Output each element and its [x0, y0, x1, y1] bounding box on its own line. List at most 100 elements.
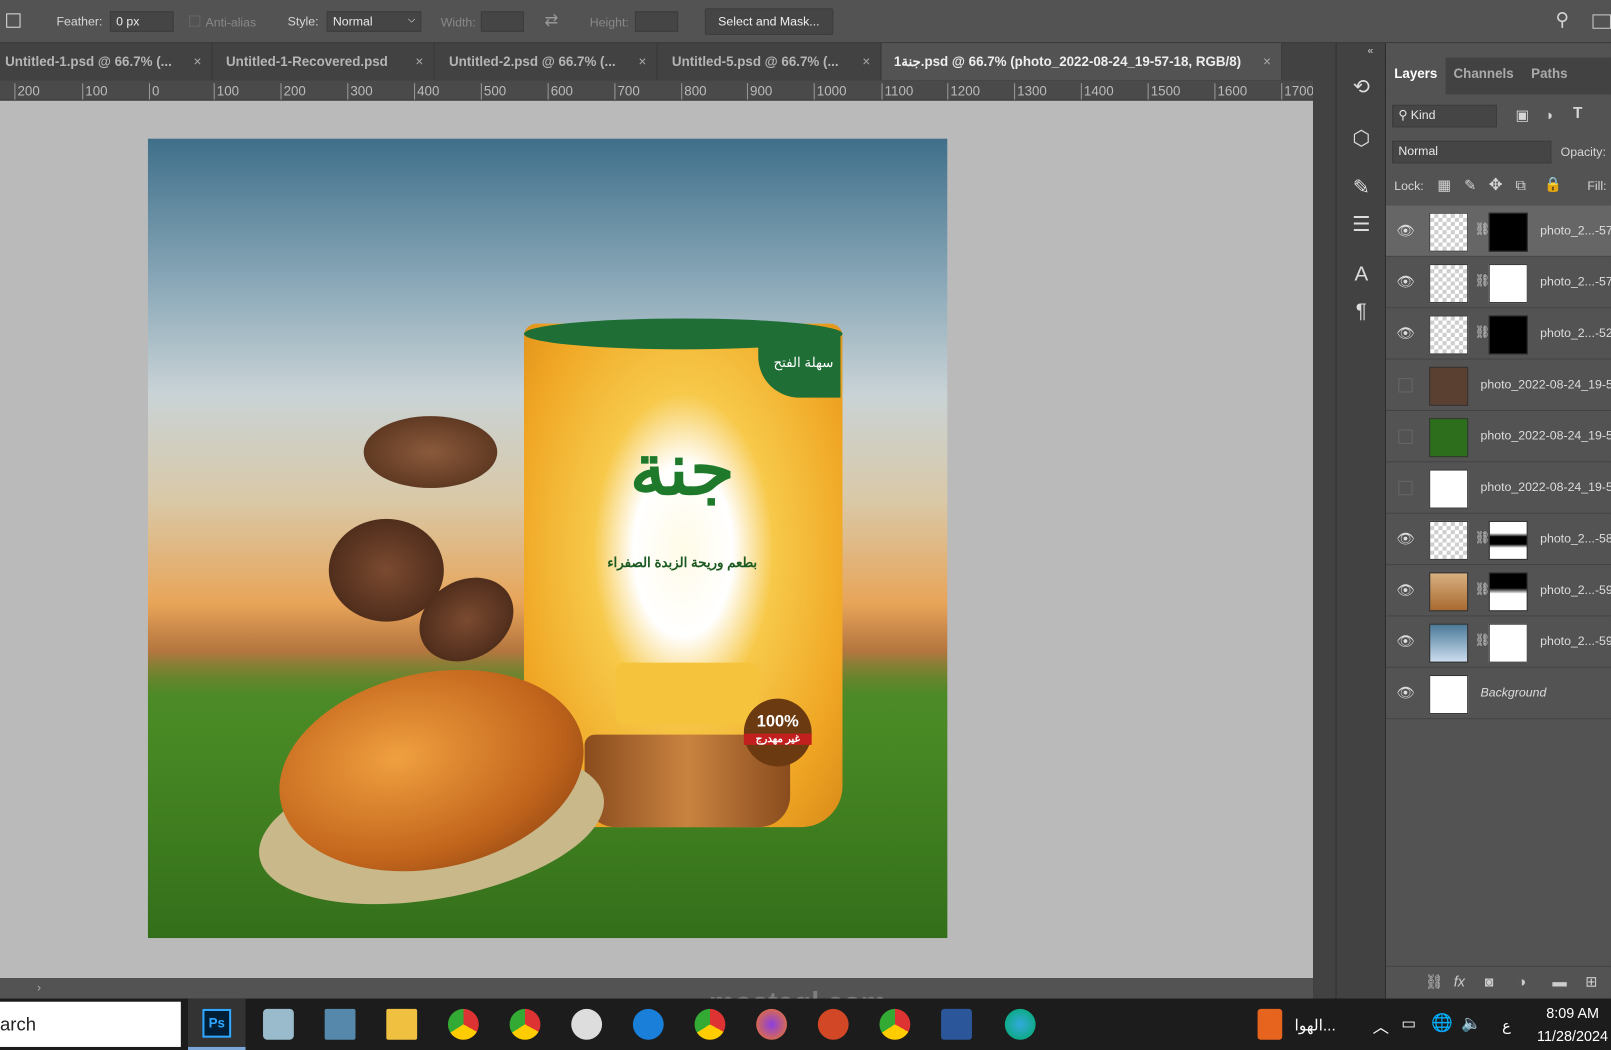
chain-link-icon[interactable]: ⛓	[1474, 273, 1490, 287]
taskbar-app-icon[interactable]	[324, 1008, 356, 1040]
marquee-mode-icon[interactable]	[6, 13, 21, 28]
folder-icon[interactable]: ▬	[1552, 973, 1566, 989]
collapse-icon[interactable]: «	[1367, 45, 1373, 56]
network-icon[interactable]: 🌐	[1431, 1013, 1453, 1034]
clock-time[interactable]: 8:09 AM	[1546, 1005, 1599, 1021]
layer-row[interactable]: photo_2022-08-24_19-5	[1385, 462, 1611, 514]
type-filter-icon[interactable]: T	[1573, 105, 1582, 122]
link-icon[interactable]: ⛓	[1425, 973, 1443, 990]
width-input[interactable]	[480, 11, 524, 32]
close-icon[interactable]: ×	[194, 43, 202, 80]
blend-mode-select[interactable]: Normal	[1392, 140, 1552, 164]
lock-pixels-icon[interactable]: ✎	[1464, 177, 1476, 194]
layer-row[interactable]: photo_2022-08-24_19-5	[1385, 360, 1611, 411]
visibility-eye-icon[interactable]: 👁	[1396, 273, 1414, 291]
visibility-eye-icon[interactable]: 👁	[1396, 325, 1414, 343]
layer-row[interactable]: 👁 ⛓ photo_2...-58	[1385, 514, 1611, 566]
height-input[interactable]	[634, 11, 679, 32]
layer-mask-thumbnail[interactable]	[1488, 315, 1528, 355]
chain-link-icon[interactable]: ⛓	[1474, 530, 1490, 544]
layer-row[interactable]: 👁 Background	[1385, 668, 1611, 720]
paragraph-icon[interactable]: ¶	[1343, 296, 1380, 327]
layer-mask-thumbnail[interactable]	[1488, 572, 1528, 612]
taskbar-app-icon[interactable]	[263, 1008, 294, 1040]
adjustments-icon[interactable]: ☰	[1343, 210, 1380, 241]
swap-icon[interactable]: ⇄	[545, 10, 559, 31]
style-select[interactable]: Normal ⌵	[326, 11, 422, 32]
tab-untitled-1-recovered[interactable]: Untitled-1-Recovered.psd ×	[213, 43, 435, 81]
visibility-eye-icon[interactable]: 👁	[1396, 582, 1414, 600]
clock-date[interactable]: 11/28/2024	[1537, 1027, 1608, 1043]
word-icon[interactable]	[941, 1008, 972, 1040]
tab-paths[interactable]: Paths	[1522, 58, 1577, 95]
close-icon[interactable]: ×	[638, 43, 646, 80]
history-icon[interactable]: ⟲	[1343, 72, 1380, 103]
layer-row[interactable]: photo_2022-08-24_19-5	[1385, 411, 1611, 463]
tab-untitled-1[interactable]: Untitled-1.psd @ 66.7% (... ×	[0, 43, 213, 81]
chrome-icon[interactable]	[879, 1008, 911, 1040]
close-icon[interactable]: ×	[1263, 43, 1271, 80]
layer-row[interactable]: 👁 ⛓ photo_2...-52	[1385, 308, 1611, 360]
layer-row[interactable]: 👁 ⛓ photo_2...-59	[1385, 616, 1611, 668]
chrome-icon[interactable]	[694, 1008, 726, 1040]
kind-filter[interactable]: ⚲ Kind	[1392, 104, 1497, 128]
mask-icon[interactable]: ◙	[1485, 973, 1494, 989]
chrome-icon[interactable]	[447, 1008, 479, 1040]
edge-icon[interactable]	[1004, 1008, 1036, 1040]
vertical-scrollbar[interactable]	[1313, 43, 1336, 999]
taskbar-app-label[interactable]: الهوا...	[1295, 1016, 1336, 1034]
feather-input[interactable]: 0 px	[109, 11, 174, 32]
app-icon[interactable]	[632, 1008, 664, 1040]
close-icon[interactable]: ×	[862, 43, 870, 80]
tab-untitled-5[interactable]: Untitled-5.psd @ 66.7% (... ×	[658, 43, 882, 81]
horizontal-scrollbar[interactable]: ›	[0, 978, 1314, 999]
chrome-icon[interactable]	[509, 1008, 541, 1040]
tab-active-document[interactable]: جنة1.psd @ 66.7% (photo_2022-08-24_19-57…	[881, 43, 1283, 81]
lock-transparency-icon[interactable]: ▦	[1437, 177, 1451, 194]
firefox-icon[interactable]	[756, 1008, 788, 1040]
visibility-eye-icon[interactable]: 👁	[1396, 222, 1414, 240]
visibility-eye-icon[interactable]: 👁	[1396, 633, 1414, 651]
3d-icon[interactable]: ⬡	[1343, 123, 1380, 154]
chevron-right-icon[interactable]: ›	[37, 980, 41, 994]
layer-mask-thumbnail[interactable]	[1488, 623, 1528, 663]
tab-untitled-2[interactable]: Untitled-2.psd @ 66.7% (... ×	[435, 43, 658, 81]
fx-icon[interactable]: fx	[1454, 973, 1465, 989]
document-canvas[interactable]: جنة بطعم وريحة الزبدة الصفراء سهلة الفتح…	[147, 138, 948, 939]
chain-link-icon[interactable]: ⛓	[1474, 325, 1490, 339]
lock-all-icon[interactable]: 🔒	[1544, 176, 1562, 193]
tab-layers[interactable]: Layers	[1385, 57, 1446, 95]
chain-link-icon[interactable]: ⛓	[1474, 222, 1490, 236]
language-indicator[interactable]: ع	[1502, 1017, 1511, 1034]
brush-settings-icon[interactable]: ✎	[1343, 173, 1380, 204]
layer-mask-thumbnail[interactable]	[1488, 212, 1528, 252]
layer-mask-thumbnail[interactable]	[1488, 520, 1528, 560]
file-explorer-icon[interactable]	[386, 1008, 418, 1040]
snipping-tool-icon[interactable]	[571, 1008, 603, 1040]
search-box[interactable]: arch	[0, 1001, 181, 1047]
layer-row[interactable]: 👁 ⛓ photo_2...-57	[1385, 205, 1611, 257]
adjustment-filter-icon[interactable]: ◑	[1544, 107, 1553, 123]
new-layer-icon[interactable]: ⊞	[1585, 973, 1597, 990]
select-and-mask-button[interactable]: Select and Mask...	[704, 8, 833, 35]
chain-link-icon[interactable]: ⛓	[1474, 582, 1490, 596]
tab-channels[interactable]: Channels	[1446, 58, 1522, 95]
layer-row[interactable]: 👁 ⛓ photo_2...-57	[1385, 257, 1611, 309]
lock-position-icon[interactable]: ✥	[1489, 175, 1503, 196]
battery-icon[interactable]: ▭	[1401, 1014, 1416, 1032]
visibility-toggle[interactable]	[1398, 429, 1413, 444]
chevron-up-icon[interactable]: ︿	[1373, 1013, 1389, 1038]
antialias-checkbox[interactable]	[189, 15, 201, 27]
chain-link-icon[interactable]: ⛓	[1474, 633, 1490, 647]
visibility-toggle[interactable]	[1398, 378, 1413, 393]
workspace-icon[interactable]	[1592, 14, 1611, 29]
visibility-eye-icon[interactable]: 👁	[1396, 530, 1414, 548]
volume-icon[interactable]: 🔈	[1461, 1013, 1481, 1034]
app-icon[interactable]	[1257, 1008, 1283, 1040]
adjustment-layer-icon[interactable]: ◑	[1517, 973, 1526, 989]
image-filter-icon[interactable]: ▣	[1515, 107, 1529, 124]
search-icon[interactable]: ⚲	[1556, 9, 1570, 31]
close-icon[interactable]: ×	[415, 43, 423, 80]
taskbar-photoshop[interactable]: Ps	[188, 998, 246, 1050]
powerpoint-icon[interactable]	[817, 1008, 849, 1040]
